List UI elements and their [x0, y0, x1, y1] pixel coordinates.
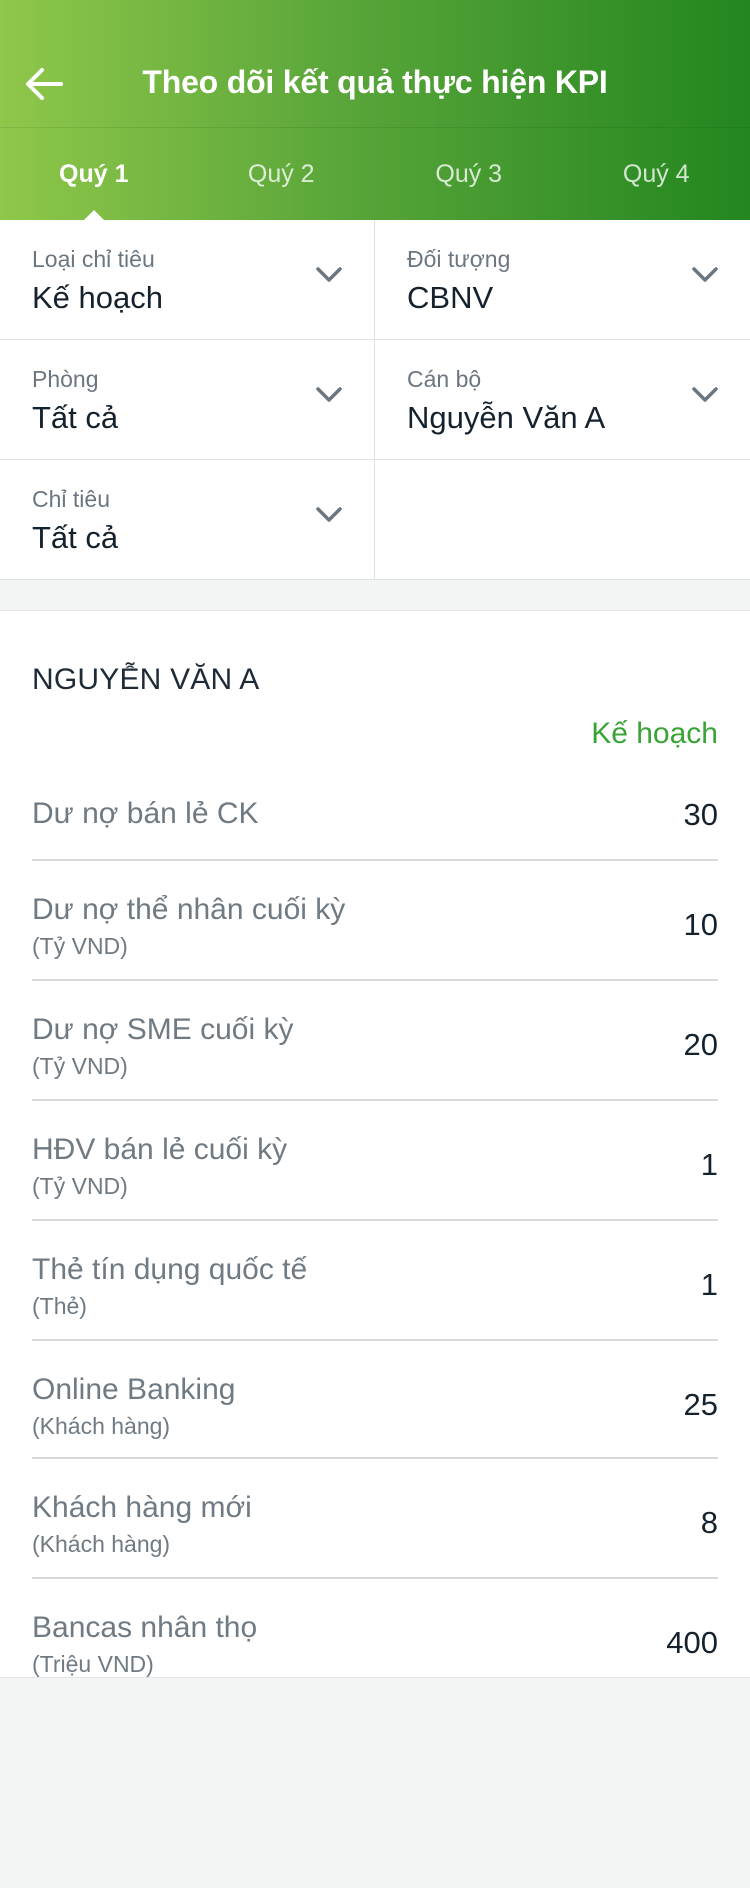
tab-label: Quý 1 [59, 159, 129, 188]
kpi-name: HĐV bán lẻ cuối kỳ [32, 1133, 288, 1166]
kpi-name: Dư nợ thể nhân cuối kỳ [32, 893, 346, 926]
staff-label: Cán bộ [407, 366, 482, 392]
title-bar: Theo dõi kết quả thực hiện KPI [0, 0, 750, 128]
tab-label: Quý 2 [247, 159, 315, 188]
tab-quarter-1[interactable]: Quý 1 [0, 128, 188, 221]
kpi-name: Bancas nhân thọ [32, 1611, 258, 1644]
kpi-type-select[interactable]: Loại chỉ tiêu Kế hoạch [0, 220, 375, 340]
kpi-unit: (Thẻ) [32, 1293, 87, 1319]
chevron-down-icon [316, 507, 342, 522]
kpi-value: 1 [700, 1267, 718, 1302]
kpi-row: Dư nợ thể nhân cuối kỳ (Tỷ VND) 10 [32, 861, 718, 981]
target-group-value: CBNV [407, 280, 494, 315]
plan-column-header: Kế hoạch [591, 717, 718, 750]
department-value: Tất cả [32, 400, 119, 435]
app-header: Theo dõi kết quả thực hiện KPI Quý 1 Quý… [0, 0, 750, 221]
kpi-name: Thẻ tín dụng quốc tế [32, 1253, 308, 1286]
empty-filter-cell [375, 460, 750, 580]
kpi-row: Dư nợ bán lẻ CK 30 [32, 771, 718, 861]
indicator-select[interactable]: Chỉ tiêu Tất cả [0, 460, 375, 580]
kpi-unit: (Triệu VND) [32, 1651, 154, 1677]
kpi-name: Khách hàng mới [32, 1491, 252, 1524]
kpi-value: 30 [683, 797, 718, 832]
department-select[interactable]: Phòng Tất cả [0, 340, 375, 460]
chevron-down-icon [316, 267, 342, 282]
kpi-row: Dư nợ SME cuối kỳ (Tỷ VND) 20 [32, 981, 718, 1101]
kpi-row: Online Banking (Khách hàng) 25 [32, 1341, 718, 1459]
tab-label: Quý 3 [435, 159, 503, 188]
kpi-value: 400 [666, 1625, 718, 1660]
indicator-value: Tất cả [32, 520, 119, 555]
tab-label: Quý 4 [622, 159, 690, 188]
kpi-name: Dư nợ SME cuối kỳ [32, 1013, 294, 1046]
tab-quarter-4[interactable]: Quý 4 [563, 128, 750, 220]
kpi-unit: (Khách hàng) [32, 1413, 171, 1439]
target-group-select[interactable]: Đối tượng CBNV [375, 220, 750, 340]
page-title: Theo dõi kết quả thực hiện KPI [142, 64, 608, 100]
arrow-left-icon [26, 68, 63, 100]
kpi-value: 10 [683, 907, 718, 942]
kpi-name: Dư nợ bán lẻ CK [32, 797, 259, 830]
kpi-value: 1 [700, 1147, 718, 1182]
tab-quarter-3[interactable]: Quý 3 [375, 128, 563, 220]
kpi-unit: (Tỷ VND) [32, 1173, 128, 1199]
chevron-down-icon [316, 387, 342, 402]
kpi-type-label: Loại chỉ tiêu [32, 246, 155, 272]
department-label: Phòng [32, 366, 99, 392]
kpi-results-card: NGUYỄN VĂN A Kế hoạch Dư nợ bán lẻ CK 30… [0, 610, 750, 1678]
kpi-unit: (Tỷ VND) [32, 933, 128, 959]
staff-select[interactable]: Cán bộ Nguyễn Văn A [375, 340, 750, 460]
kpi-value: 25 [683, 1387, 718, 1422]
target-group-label: Đối tượng [407, 246, 511, 272]
chevron-down-icon [692, 267, 718, 282]
kpi-type-value: Kế hoạch [32, 280, 163, 315]
quarter-tabs: Quý 1 Quý 2 Quý 3 Quý 4 [0, 128, 750, 221]
kpi-value: 20 [683, 1027, 718, 1062]
kpi-unit: (Khách hàng) [32, 1531, 171, 1557]
kpi-value: 8 [700, 1505, 718, 1540]
kpi-row: HĐV bán lẻ cuối kỳ (Tỷ VND) 1 [32, 1101, 718, 1221]
chevron-down-icon [692, 387, 718, 402]
staff-name-heading: NGUYỄN VĂN A [32, 663, 260, 696]
indicator-label: Chỉ tiêu [32, 486, 110, 512]
tab-quarter-2[interactable]: Quý 2 [188, 128, 376, 220]
kpi-name: Online Banking [32, 1373, 236, 1406]
filter-panel: Loại chỉ tiêu Kế hoạch Đối tượng CBNV Ph… [0, 220, 750, 580]
staff-value: Nguyễn Văn A [407, 400, 606, 435]
kpi-row: Thẻ tín dụng quốc tế (Thẻ) 1 [32, 1221, 718, 1341]
kpi-row: Bancas nhân thọ (Triệu VND) 400 [32, 1579, 718, 1679]
back-button[interactable] [16, 56, 72, 112]
kpi-row: Khách hàng mới (Khách hàng) 8 [32, 1459, 718, 1579]
kpi-unit: (Tỷ VND) [32, 1053, 128, 1079]
